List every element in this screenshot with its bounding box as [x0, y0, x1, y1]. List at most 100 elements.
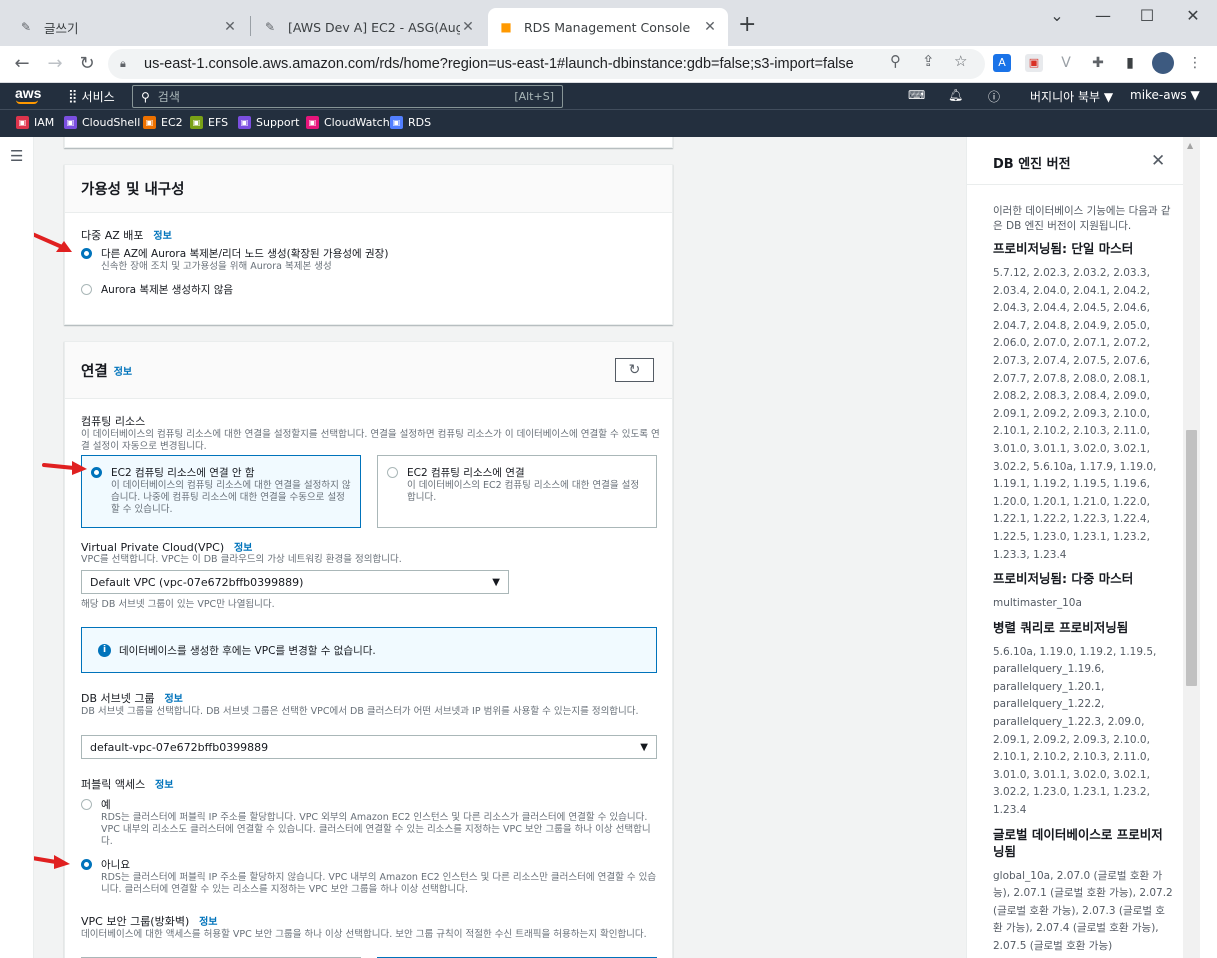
close-icon[interactable]: ✕	[222, 19, 238, 35]
browser-tab-active[interactable]: ■ RDS Management Console ✕	[488, 8, 728, 46]
cloudshell-icon: ▣	[64, 116, 77, 129]
browser-tab[interactable]: ✎ [AWS Dev A] EC2 - ASG(Augo S ✕	[252, 8, 486, 46]
search-icon: ⚲	[141, 89, 150, 104]
favorite-label: RDS	[408, 116, 432, 129]
url-input[interactable]: 🔒︎ us-east-1.console.aws.amazon.com/rds/…	[108, 49, 985, 79]
support-icon: ▣	[238, 116, 251, 129]
help-divider	[967, 184, 1183, 185]
red-arrow-annotation	[42, 461, 87, 475]
tab-search-icon[interactable]: ⌄	[1034, 6, 1080, 25]
page-scrollbar[interactable]: ▲	[1183, 137, 1217, 958]
extension-v-icon[interactable]: V	[1057, 54, 1075, 72]
refresh-button[interactable]: ↻	[615, 358, 654, 382]
security-group-label: VPC 보안 그룹(방화벽)	[81, 915, 190, 928]
info-link[interactable]: 정보	[199, 917, 217, 928]
new-tab-button[interactable]: +	[738, 14, 756, 36]
info-link[interactable]: 정보	[234, 543, 252, 554]
tab-divider	[250, 16, 251, 36]
option-public-yes[interactable]: 예 RDS는 클러스터에 퍼블릭 IP 주소를 할당합니다. VPC 외부의 A…	[101, 797, 657, 848]
option-no-replica[interactable]: Aurora 복제본 생성하지 않음	[101, 282, 233, 297]
favorite-ec2[interactable]: ▣ EC2	[143, 116, 183, 129]
favorite-cloudwatch[interactable]: ▣ CloudWatch	[306, 116, 390, 129]
vpc-hint: 해당 DB 서브넷 그룹이 있는 VPC만 나열됩니다.	[81, 599, 275, 610]
maximize-button[interactable]: ☐	[1124, 6, 1170, 25]
back-icon[interactable]: ←	[10, 52, 34, 76]
favorite-support[interactable]: ▣ Support	[238, 116, 299, 129]
scrollbar-thumb[interactable]	[1186, 430, 1197, 686]
help-icon[interactable]: ⓘ	[988, 88, 1000, 105]
public-access-label-row: 퍼블릭 액세스 정보	[81, 776, 173, 792]
option-label: EC2 컴퓨팅 리소스에 연결	[407, 467, 525, 479]
minimize-button[interactable]: —	[1080, 6, 1126, 25]
region-selector[interactable]: 버지니아 북부 ▼	[1030, 88, 1113, 105]
menu-kebab-icon[interactable]: ⋮	[1186, 54, 1204, 72]
subnet-label: DB 서브넷 그룹	[81, 692, 155, 705]
option-public-no[interactable]: 아니요 RDS는 클러스터에 퍼블릭 IP 주소를 할당하지 않습니다. VPC…	[101, 857, 657, 896]
tile-ec2-connect[interactable]: EC2 컴퓨팅 리소스에 연결 이 데이터베이스의 EC2 컴퓨팅 리소스에 대…	[377, 455, 657, 528]
scroll-up-icon[interactable]: ▲	[1187, 141, 1193, 150]
option-create-replica[interactable]: 다른 AZ에 Aurora 복제본/리더 노드 생성(확장된 가용성에 권장) …	[101, 246, 661, 273]
scrollbar-track[interactable]: ▲	[1183, 137, 1200, 958]
close-icon[interactable]: ✕	[460, 19, 476, 35]
bookmark-star-icon[interactable]: ☆	[954, 52, 967, 70]
option-label: 다른 AZ에 Aurora 복제본/리더 노드 생성(확장된 가용성에 권장)	[101, 248, 389, 260]
compute-resource-section: 컴퓨팅 리소스 이 데이터베이스의 컴퓨팅 리소스에 대한 연결을 설정할지를 …	[81, 413, 661, 453]
favorites-bar: ▣ IAM ▣ CloudShell ▣ EC2 ▣ EFS ▣ Support…	[0, 109, 1217, 137]
bell-icon[interactable]: 🔔︎	[948, 88, 963, 102]
radio-public-yes[interactable]	[81, 799, 92, 810]
url-text: us-east-1.console.aws.amazon.com/rds/hom…	[144, 56, 854, 72]
lock-icon: 🔒︎	[120, 57, 126, 70]
favorite-efs[interactable]: ▣ EFS	[190, 116, 228, 129]
subnet-section: DB 서브넷 그룹 정보 DB 서브넷 그룹을 선택합니다. DB 서브넷 그룹…	[81, 690, 661, 718]
radio-public-no[interactable]	[81, 859, 92, 870]
availability-panel: 가용성 및 내구성 다중 AZ 배포 정보 다른 AZ에 Aurora 복제본/…	[64, 164, 673, 325]
radio-no-ec2-connect[interactable]	[91, 467, 102, 478]
close-icon[interactable]: ✕	[1151, 151, 1165, 171]
help-versions: global_10a, 2.07.0 (글로벌 호환 가능), 2.07.1 (…	[993, 869, 1173, 952]
ec2-icon: ▣	[143, 116, 156, 129]
grid-icon: ⣿	[68, 89, 77, 104]
puzzle-icon[interactable]: ✚	[1089, 54, 1107, 72]
reload-icon[interactable]: ↻	[75, 52, 99, 76]
translate-extension-icon[interactable]: A	[993, 54, 1011, 72]
services-menu-button[interactable]: ⣿ 서비스	[68, 88, 115, 105]
extension-icon[interactable]: ▣	[1025, 54, 1043, 72]
compute-desc: 이 데이터베이스의 컴퓨팅 리소스에 대한 연결을 설정할지를 선택합니다. 연…	[81, 429, 660, 452]
account-menu[interactable]: mike-aws ▼	[1130, 88, 1200, 102]
avatar[interactable]	[1152, 52, 1174, 74]
radio-ec2-connect[interactable]	[387, 467, 398, 478]
tab-title: 글쓰기	[44, 20, 79, 36]
favorite-rds[interactable]: ▣ RDS	[390, 116, 431, 129]
radio-no-replica[interactable]	[81, 284, 92, 295]
forward-icon[interactable]: →	[43, 52, 67, 76]
zoom-icon[interactable]: ⚲	[890, 52, 901, 70]
info-link[interactable]: 정보	[155, 780, 173, 791]
info-link[interactable]: 정보	[153, 231, 171, 242]
favorite-iam[interactable]: ▣ IAM	[16, 116, 54, 129]
help-heading: 프로비저닝됨: 단일 마스터	[993, 241, 1134, 256]
hamburger-menu-icon[interactable]: ☰	[10, 147, 23, 165]
favorite-cloudshell[interactable]: ▣ CloudShell	[64, 116, 140, 129]
favorite-label: EFS	[208, 116, 229, 129]
cloudshell-icon[interactable]: ⌨	[908, 88, 925, 102]
window-close-button[interactable]: ✕	[1170, 6, 1216, 25]
info-link[interactable]: 정보	[114, 363, 132, 378]
subnet-value: default-vpc-07e672bffb0399889	[90, 740, 269, 754]
option-desc: RDS는 클러스터에 퍼블릭 IP 주소를 할당합니다. VPC 외부의 Ama…	[101, 812, 651, 847]
vpc-select[interactable]: Default VPC (vpc-07e672bffb0399889) ▼	[81, 570, 509, 594]
option-desc: 신속한 장애 조치 및 고가용성을 위해 Aurora 복제본 생성	[101, 261, 332, 272]
caret-down-icon: ▼	[640, 742, 648, 753]
search-input[interactable]: ⚲ 검색 [Alt+S]	[132, 85, 563, 108]
radio-create-replica[interactable]	[81, 248, 92, 259]
vpc-value: Default VPC (vpc-07e672bffb0399889)	[90, 575, 304, 589]
tile-no-ec2-connect[interactable]: EC2 컴퓨팅 리소스에 연결 안 함 이 데이터베이스의 컴퓨팅 리소스에 대…	[81, 455, 361, 528]
subnet-select[interactable]: default-vpc-07e672bffb0399889 ▼	[81, 735, 657, 759]
info-link[interactable]: 정보	[164, 694, 182, 705]
close-icon[interactable]: ✕	[702, 19, 718, 35]
compute-label: 컴퓨팅 리소스	[81, 415, 146, 428]
aws-logo[interactable]: aws	[15, 85, 41, 104]
browser-tab[interactable]: ✎ 글쓰기 ✕	[8, 8, 248, 46]
sidepanel-icon[interactable]: ▮	[1121, 54, 1139, 72]
browser-tab-strip: ✎ 글쓰기 ✕ ✎ [AWS Dev A] EC2 - ASG(Augo S ✕…	[0, 0, 1217, 46]
share-icon[interactable]: ⇪	[922, 52, 935, 70]
